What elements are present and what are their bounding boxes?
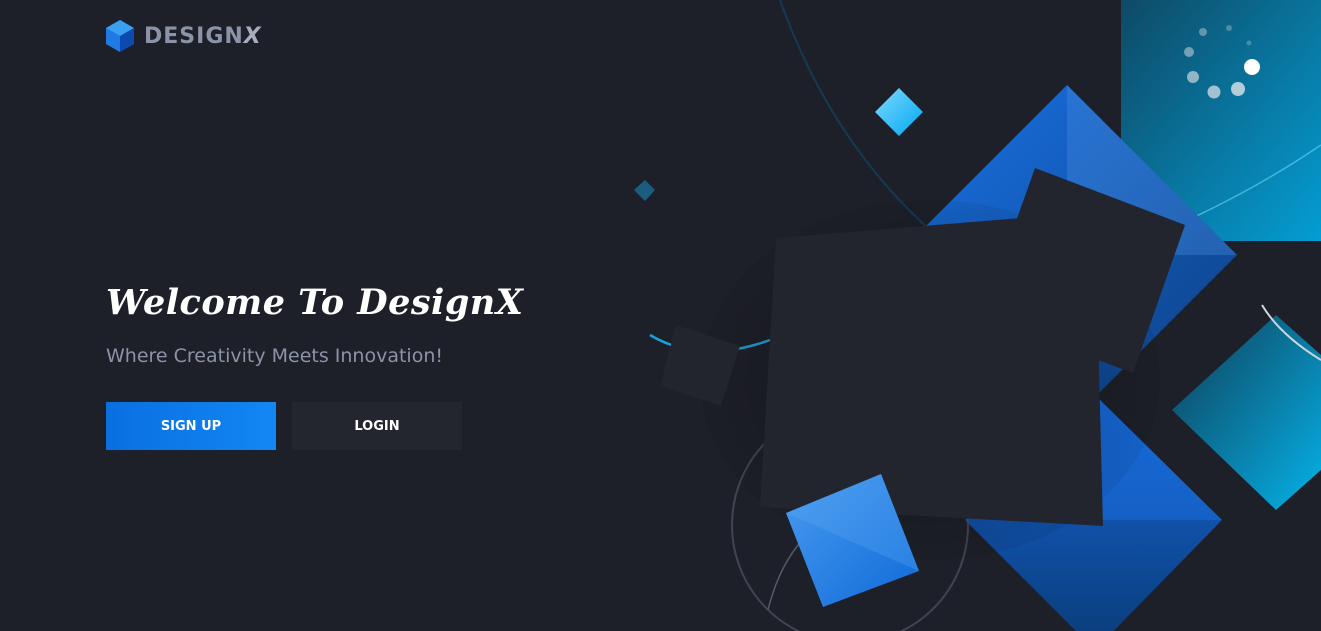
decor-tiny-diamond: [634, 180, 655, 201]
hexagon-cube-icon: [106, 20, 134, 52]
signup-button[interactable]: SIGN UP: [106, 402, 276, 450]
brand-name-accent: X: [243, 23, 262, 49]
hero-subtitle: Where Creativity Meets Innovation!: [106, 345, 443, 367]
brand-name-main: DESIGN: [144, 23, 244, 49]
brand-name: DESIGNX: [144, 24, 262, 49]
login-button[interactable]: LOGIN: [292, 402, 462, 450]
hero-title: Welcome To DesignX: [106, 282, 524, 323]
hero-actions: SIGN UP LOGIN: [106, 402, 462, 450]
landing-page: DESIGNX Welcome To DesignX Where Creativ…: [0, 0, 1321, 631]
hero-section: Welcome To DesignX Where Creativity Meet…: [106, 282, 523, 367]
decor-cyan-diamond: [875, 88, 923, 136]
brand-logo[interactable]: DESIGNX: [106, 20, 262, 52]
